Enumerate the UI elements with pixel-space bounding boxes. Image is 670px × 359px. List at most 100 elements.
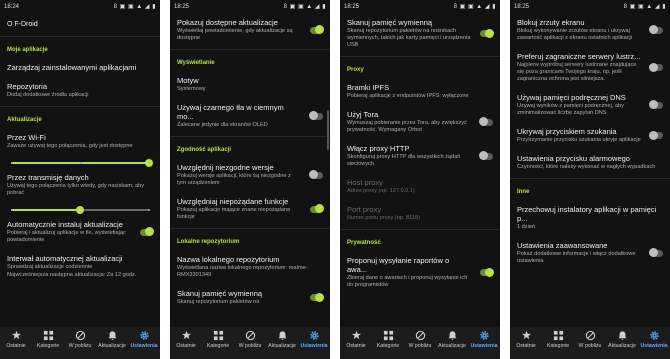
- status-bar: 18:25 8 ▣ ▣ ▲ ◢ ▮: [510, 0, 670, 13]
- item-title: Przez Wi-Fi: [7, 133, 46, 142]
- ipfs-gateways-item[interactable]: Bramki IPFS Pobieraj aplikacje z endpoin…: [340, 78, 500, 105]
- nav-updates[interactable]: Aktualizacje: [96, 330, 128, 349]
- categories-icon: [213, 330, 223, 341]
- settings-list[interactable]: O F-Droid Moje aplikacje Zarządzaj zains…: [0, 13, 160, 327]
- nav-label: W pobliżu: [238, 343, 262, 349]
- settings-list[interactable]: Pokazuj dostępne aktualizacje Wyświetlaj…: [170, 13, 330, 327]
- divider: [170, 49, 330, 50]
- nav-nearby[interactable]: W pobliżu: [404, 330, 436, 349]
- nav-nearby[interactable]: W pobliżu: [64, 330, 96, 349]
- screen-3: 18:25 8 ▣ ▣ ▲ ◢ ▮ Skanuj pamięć wymienną…: [340, 0, 500, 359]
- gear-icon: [649, 331, 659, 340]
- item-title: Uwzględnij niezgodne wersje: [177, 163, 274, 172]
- bell-icon: [278, 331, 286, 341]
- scrollbar[interactable]: [327, 110, 329, 150]
- nav-nearby[interactable]: W pobliżu: [574, 330, 606, 349]
- gear-icon: [479, 331, 489, 340]
- nav-updates[interactable]: Aktualizacje: [606, 330, 638, 349]
- nav-updates[interactable]: Aktualizacje: [436, 330, 468, 349]
- slider-thumb[interactable]: [145, 158, 153, 167]
- slider-thumb[interactable]: [76, 205, 84, 214]
- item-title: Nazwa lokalnego repozytorium: [177, 255, 280, 264]
- nav-recent[interactable]: Ostatnie: [170, 330, 202, 349]
- unwanted-features-item[interactable]: Uwzględniaj niepożądane funkcje Pokazuj …: [170, 192, 330, 226]
- http-proxy-toggle[interactable]: [479, 151, 493, 160]
- section-other: Inne: [517, 189, 530, 195]
- nav-settings[interactable]: Ustawienia: [638, 330, 670, 349]
- item-title: Przez transmisję danych: [7, 173, 89, 182]
- local-repo-name-item[interactable]: Nazwa lokalnego repozytorium Wyświetlana…: [170, 250, 330, 284]
- http-proxy-item[interactable]: Włącz proxy HTTP Skonfiguruj proxy HTTP …: [340, 139, 500, 173]
- show-updates-item[interactable]: Pokazuj dostępne aktualizacje Wyświetlaj…: [170, 13, 330, 47]
- show-updates-toggle[interactable]: [310, 25, 324, 34]
- black-background-item[interactable]: Używaj czarnego tła w ciemnym mo... Zale…: [170, 98, 330, 134]
- theme-item[interactable]: Motyw Systemowy: [170, 71, 330, 98]
- nav-settings[interactable]: Ustawienia: [298, 330, 330, 349]
- nav-label: Aktualizacje: [98, 343, 126, 349]
- nav-categories[interactable]: Kategorie: [372, 330, 404, 349]
- settings-list[interactable]: Skanuj pamięć wymienną Skanuj repozytori…: [340, 13, 500, 327]
- foreign-mirrors-toggle[interactable]: [649, 62, 663, 72]
- bell-icon: [618, 331, 626, 341]
- item-subtitle: Skonfiguruj proxy HTTP dla wszystkich żą…: [347, 154, 461, 167]
- incompatible-versions-toggle[interactable]: [309, 170, 323, 179]
- nav-recent[interactable]: Ostatnie: [0, 330, 32, 349]
- black-background-toggle[interactable]: [309, 111, 323, 120]
- repositories-item[interactable]: Repozytoria Dodaj dodatkowe źródła aplik…: [0, 77, 160, 104]
- item-subtitle: Wyświetlaj powiadomienie, gdy aktualizac…: [177, 28, 293, 41]
- crash-reports-item[interactable]: Proponuj wysyłanie raportów o awa... Zbi…: [340, 251, 500, 294]
- nav-nearby[interactable]: W pobliżu: [234, 330, 266, 349]
- hide-with-search-toggle[interactable]: [649, 130, 663, 140]
- incompatible-versions-item[interactable]: Uwzględnij niezgodne wersje Pokazuj wers…: [170, 158, 330, 192]
- mobile-data-slider[interactable]: [7, 205, 153, 215]
- crash-reports-toggle[interactable]: [480, 267, 494, 277]
- scan-removable-toggle[interactable]: [480, 28, 494, 38]
- item-title: Automatycznie instaluj aktualizacje: [7, 220, 123, 229]
- keep-installers-item[interactable]: Przechowuj instalatory aplikacji w pamię…: [510, 200, 670, 236]
- unwanted-features-toggle[interactable]: [310, 204, 324, 213]
- divider: [0, 36, 160, 37]
- nav-settings[interactable]: Ustawienia: [128, 330, 160, 349]
- item-subtitle: Używaj wyników z pamięci podręcznej, aby…: [517, 103, 624, 116]
- nav-recent[interactable]: Ostatnie: [510, 330, 542, 349]
- item-subtitle: Sprawdzaj aktualizacje codziennie: [7, 264, 93, 270]
- nav-categories[interactable]: Kategorie: [202, 330, 234, 349]
- section-my-apps: Moje aplikacje: [7, 47, 48, 53]
- nav-recent[interactable]: Ostatnie: [340, 330, 372, 349]
- nav-label: Kategorie: [206, 343, 230, 349]
- dns-cache-item[interactable]: Używaj pamięci podręcznej DNS Używaj wyn…: [510, 88, 670, 122]
- status-time: 18:25: [514, 3, 530, 10]
- nav-settings[interactable]: Ustawienia: [468, 330, 500, 349]
- use-tor-toggle[interactable]: [479, 117, 493, 126]
- auto-install-item[interactable]: Automatycznie instaluj aktualizacje Pobi…: [0, 215, 160, 249]
- about-fdroid-item[interactable]: O F-Droid: [0, 13, 160, 34]
- use-tor-item[interactable]: Użyj Tora Wymuszaj pobieranie przez Tora…: [340, 105, 500, 139]
- update-interval-item[interactable]: Interwał automatycznej aktualizacji Spra…: [0, 249, 160, 284]
- nav-categories[interactable]: Kategorie: [32, 330, 64, 349]
- scan-removable-item[interactable]: Skanuj pamięć wymienną Skanuj repozytori…: [170, 284, 330, 311]
- item-subtitle: Skanuj repozytorium pakietów na: [177, 299, 260, 305]
- nav-label: Ostatnie: [176, 343, 196, 349]
- item-subtitle: Pobieraj i aktualizuj aplikacje w tle, w…: [7, 230, 126, 243]
- wifi-slider[interactable]: [7, 158, 153, 168]
- auto-install-toggle[interactable]: [140, 227, 154, 236]
- settings-list[interactable]: Blokuj zrzuty ekranu Blokuj wykonywanie …: [510, 13, 670, 327]
- nearby-icon: [415, 330, 425, 341]
- slider-fill: [11, 209, 80, 211]
- foreign-mirrors-item[interactable]: Preferuj zagraniczne serwery lustrz... N…: [510, 47, 670, 88]
- block-screenshots-item[interactable]: Blokuj zrzuty ekranu Blokuj wykonywanie …: [510, 13, 670, 47]
- advanced-settings-toggle[interactable]: [649, 248, 663, 257]
- block-screenshots-toggle[interactable]: [649, 25, 663, 34]
- dns-cache-toggle[interactable]: [649, 100, 663, 109]
- scan-removable-item[interactable]: Skanuj pamięć wymienną Skanuj repozytori…: [340, 13, 500, 54]
- item-subtitle: Adres proxy (np. 127.0.0.1): [347, 188, 415, 194]
- hide-with-search-item[interactable]: Ukrywaj przyciskiem szukania Przytrzyman…: [510, 122, 670, 149]
- nav-label: Aktualizacje: [268, 343, 296, 349]
- nav-updates[interactable]: Aktualizacje: [266, 330, 298, 349]
- scan-removable-toggle[interactable]: [310, 292, 324, 302]
- manage-apps-item[interactable]: Zarządzaj zainstalowanymi aplikacjami: [0, 58, 160, 77]
- advanced-settings-item[interactable]: Ustawienia zaawansowane Pokaż dodatkowe …: [510, 236, 670, 270]
- wifi-item: Przez Wi-Fi Zawsze używaj tego połączeni…: [0, 128, 160, 155]
- panic-button-item[interactable]: Ustawienia przycisku alarmowego Czynnośc…: [510, 149, 670, 176]
- nav-categories[interactable]: Kategorie: [542, 330, 574, 349]
